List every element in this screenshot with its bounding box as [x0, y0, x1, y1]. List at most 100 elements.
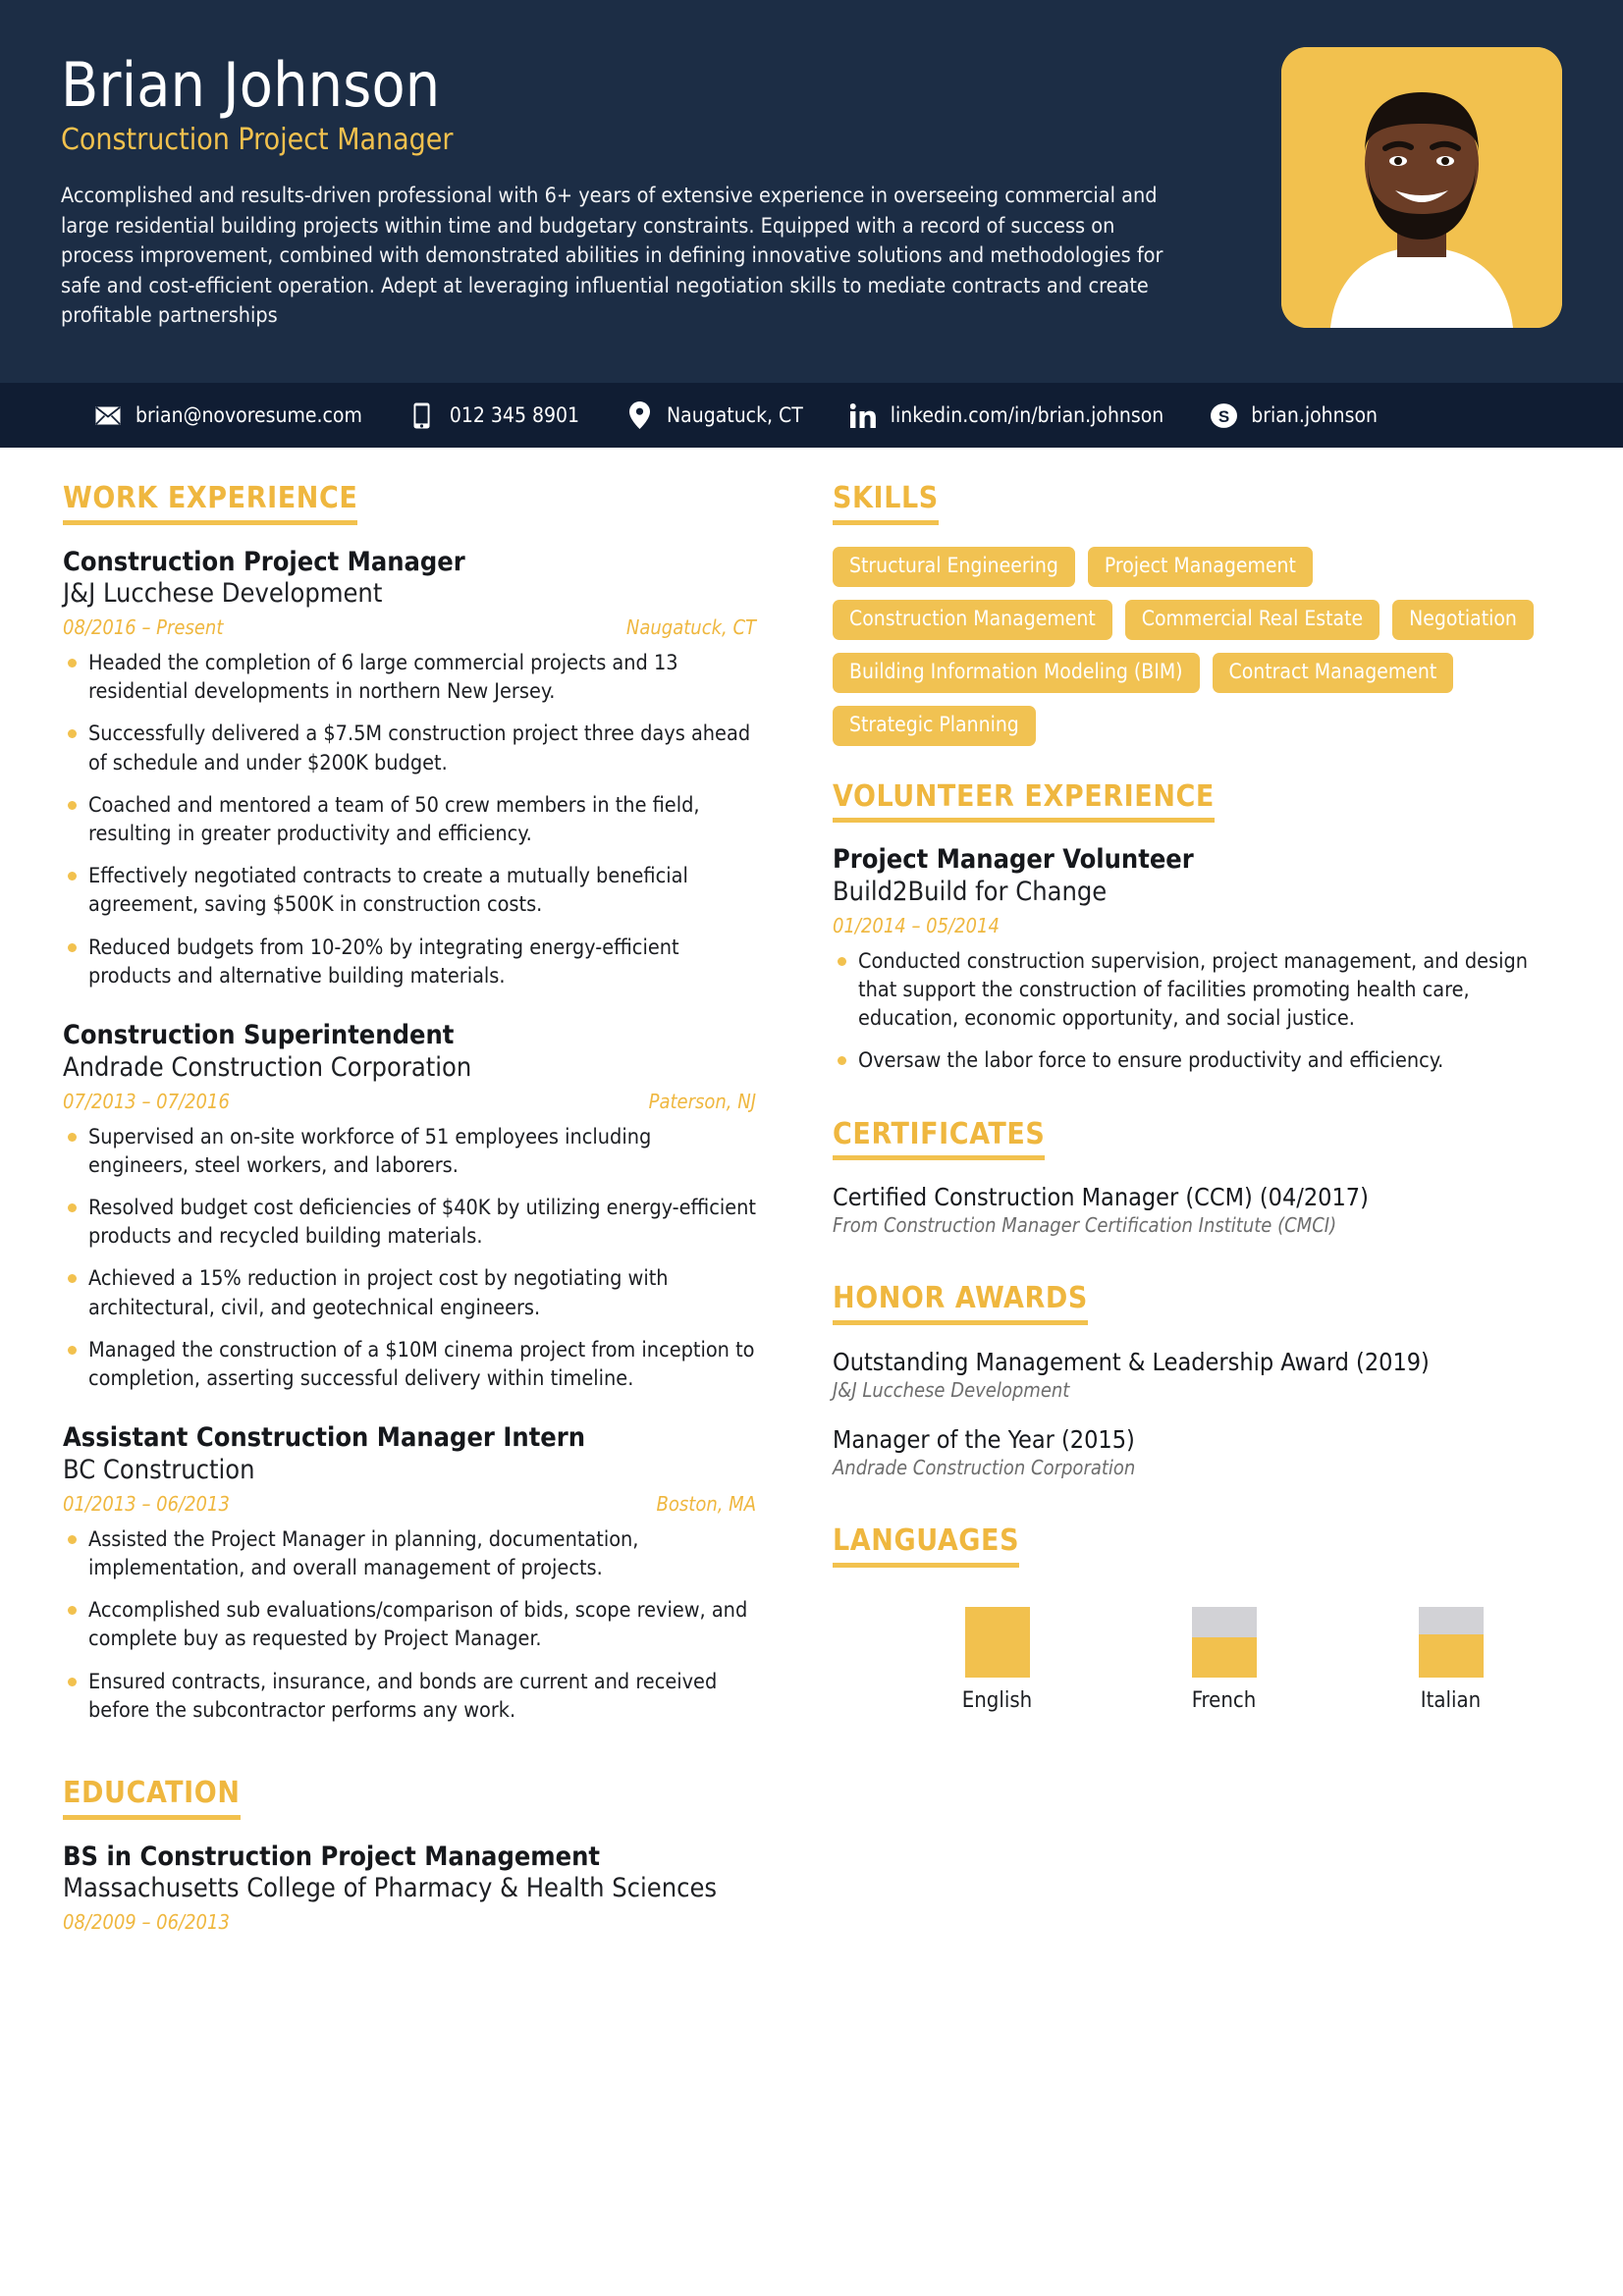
skill-chip: Building Information Modeling (BIM) — [833, 652, 1200, 693]
list-item: Managed the construction of a $10M cinem… — [63, 1336, 756, 1393]
section-work-experience: WORK EXPERIENCE Construction Project Man… — [63, 483, 756, 1725]
contact-item-location[interactable]: Naugatuck, CT — [624, 400, 803, 430]
language-level-bar — [1191, 1606, 1257, 1678]
education-entry-date: 08/2009 – 06/2013 — [63, 1909, 230, 1934]
skype-icon: S — [1209, 400, 1238, 430]
language-name: French — [1191, 1687, 1257, 1713]
work-entry-title: Assistant Construction Manager Intern — [63, 1422, 586, 1454]
skill-chip: Project Management — [1087, 546, 1313, 587]
volunteer-entry-date: 01/2014 – 05/2014 — [833, 913, 1000, 937]
location-icon — [624, 400, 654, 430]
header-text-block: Brian Johnson Construction Project Manag… — [61, 45, 1200, 332]
work-entry-location: Boston, MA — [656, 1491, 756, 1516]
skill-chip: Commercial Real Estate — [1124, 599, 1380, 640]
section-heading-skills: SKILLS — [833, 483, 939, 525]
language-item: Italian — [1337, 1606, 1564, 1713]
award-org: Andrade Construction Corporation — [833, 1456, 1136, 1480]
work-entry-bullets: Assisted the Project Manager in planning… — [63, 1525, 756, 1725]
section-heading-work-experience: WORK EXPERIENCE — [63, 483, 358, 525]
contact-bar: brian@novoresume.com 012 345 8901 Naugat… — [0, 383, 1623, 448]
skill-chip: Construction Management — [833, 599, 1112, 640]
language-level-fill — [1418, 1633, 1484, 1678]
section-heading-certificates: CERTIFICATES — [833, 1119, 1046, 1161]
skill-chip: Negotiation — [1392, 599, 1534, 640]
language-level-bar — [964, 1606, 1030, 1678]
section-languages: LANGUAGES English French Italian — [833, 1525, 1564, 1713]
language-name: Italian — [1420, 1687, 1482, 1713]
contact-phone-text: 012 345 8901 — [449, 403, 580, 427]
work-entry-org: BC Construction — [63, 1454, 255, 1485]
contact-location-text: Naugatuck, CT — [667, 403, 803, 427]
resume-page: Brian Johnson Construction Project Manag… — [0, 0, 1623, 2296]
work-entry: Construction Project Manager J&J Lucches… — [63, 547, 756, 991]
right-column: SKILLS Structural Engineering Project Ma… — [815, 483, 1623, 1963]
language-item: French — [1110, 1606, 1337, 1713]
contact-linkedin-text: linkedin.com/in/brian.johnson — [890, 403, 1164, 427]
skill-chip: Contract Management — [1212, 652, 1454, 693]
phone-icon — [407, 400, 437, 430]
work-entry: Assistant Construction Manager Intern BC… — [63, 1422, 756, 1725]
section-certificates: CERTIFICATES Certified Construction Mana… — [833, 1119, 1564, 1239]
work-entry-date: 01/2013 – 06/2013 — [63, 1491, 230, 1516]
work-entry-date: 07/2013 – 07/2016 — [63, 1089, 230, 1113]
education-entry-org: Massachusetts College of Pharmacy & Heal… — [63, 1873, 718, 1903]
language-bar-chart: English French Italian — [833, 1606, 1564, 1713]
list-item: Achieved a 15% reduction in project cost… — [63, 1264, 756, 1321]
contact-item-phone[interactable]: 012 345 8901 — [407, 400, 579, 430]
work-entry-bullets: Supervised an on-site workforce of 51 em… — [63, 1123, 756, 1394]
award-item: Manager of the Year (2015) Andrade Const… — [833, 1424, 1564, 1480]
svg-text:S: S — [1218, 407, 1229, 426]
work-entry-location: Naugatuck, CT — [625, 614, 756, 639]
section-heading-languages: LANGUAGES — [833, 1525, 1020, 1568]
skill-chip: Structural Engineering — [833, 546, 1075, 587]
volunteer-entry-bullets: Conducted construction supervision, proj… — [833, 947, 1564, 1076]
work-entry-location: Paterson, NJ — [648, 1089, 756, 1113]
section-volunteer-experience: VOLUNTEER EXPERIENCE Project Manager Vol… — [833, 781, 1564, 1076]
list-item: Oversaw the labor force to ensure produc… — [833, 1046, 1564, 1075]
work-entry-title: Construction Superintendent — [63, 1020, 455, 1051]
list-item: Assisted the Project Manager in planning… — [63, 1525, 756, 1582]
work-entry-bullets: Headed the completion of 6 large commerc… — [63, 649, 756, 990]
language-level-fill — [1191, 1636, 1257, 1678]
linkedin-icon — [848, 400, 878, 430]
section-heading-education: EDUCATION — [63, 1778, 241, 1820]
work-entry-meta: 08/2016 – Present Naugatuck, CT — [63, 615, 756, 639]
volunteer-entry-title: Project Manager Volunteer — [833, 844, 1194, 876]
contact-item-email[interactable]: brian@novoresume.com — [93, 400, 362, 430]
language-name: English — [961, 1687, 1033, 1713]
contact-item-linkedin[interactable]: linkedin.com/in/brian.johnson — [848, 400, 1164, 430]
education-entry-meta: 08/2009 – 06/2013 — [63, 1910, 756, 1934]
work-entry-meta: 07/2013 – 07/2016 Paterson, NJ — [63, 1090, 756, 1113]
work-entry-meta: 01/2013 – 06/2013 Boston, MA — [63, 1492, 756, 1516]
work-entry: Construction Superintendent Andrade Cons… — [63, 1020, 756, 1393]
avatar — [1281, 47, 1562, 328]
work-entry-org: Andrade Construction Corporation — [63, 1051, 472, 1083]
list-item: Resolved budget cost deficiencies of $40… — [63, 1194, 756, 1251]
section-heading-honor-awards: HONOR AWARDS — [833, 1283, 1088, 1325]
email-icon — [93, 400, 123, 430]
contact-item-skype[interactable]: S brian.johnson — [1209, 400, 1378, 430]
section-skills: SKILLS Structural Engineering Project Ma… — [833, 483, 1564, 746]
section-honor-awards: HONOR AWARDS Outstanding Management & Le… — [833, 1283, 1564, 1480]
contact-skype-text: brian.johnson — [1251, 403, 1378, 427]
award-item: Outstanding Management & Leadership Awar… — [833, 1347, 1564, 1403]
education-entry-title: BS in Construction Project Management — [63, 1841, 601, 1872]
language-item: English — [884, 1606, 1110, 1713]
education-entry: BS in Construction Project Management Ma… — [63, 1842, 756, 1934]
resume-header: Brian Johnson Construction Project Manag… — [0, 0, 1623, 383]
language-level-bar — [1418, 1606, 1484, 1678]
contact-email-text: brian@novoresume.com — [135, 403, 362, 427]
list-item: Accomplished sub evaluations/comparison … — [63, 1596, 756, 1653]
volunteer-entry-meta: 01/2014 – 05/2014 — [833, 914, 1564, 937]
work-entry-title: Construction Project Manager — [63, 546, 465, 577]
list-item: Successfully delivered a $7.5M construct… — [63, 720, 756, 776]
left-column: WORK EXPERIENCE Construction Project Man… — [0, 483, 815, 1963]
list-item: Reduced budgets from 10-20% by integrati… — [63, 934, 756, 990]
award-title: Manager of the Year (2015) — [833, 1425, 1135, 1455]
list-item: Headed the completion of 6 large commerc… — [63, 649, 756, 706]
award-title: Outstanding Management & Leadership Awar… — [833, 1347, 1430, 1376]
certificate-issuer: From Construction Manager Certification … — [833, 1213, 1337, 1238]
list-item: Conducted construction supervision, proj… — [833, 947, 1564, 1034]
work-entry-org: J&J Lucchese Development — [63, 577, 383, 609]
profile-photo-icon — [1281, 47, 1562, 328]
